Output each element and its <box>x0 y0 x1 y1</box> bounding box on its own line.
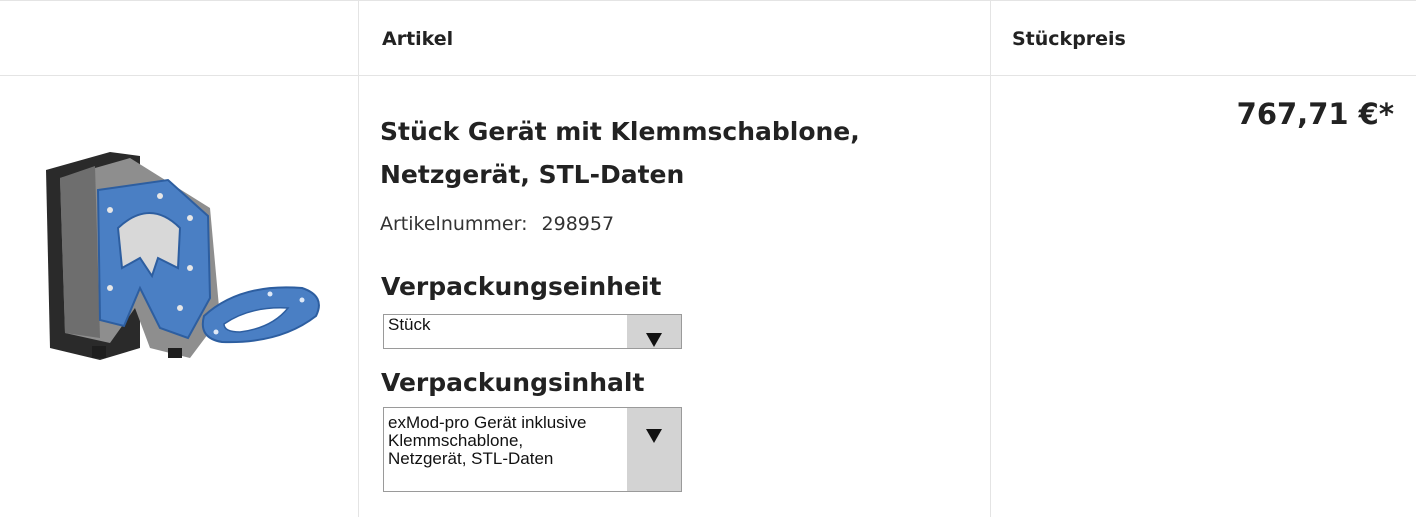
chevron-down-icon <box>646 429 662 443</box>
cart-table: Artikel Stückpreis Stück Gerät mit Klemm… <box>0 0 1416 517</box>
product-image[interactable] <box>40 148 340 368</box>
packaging-content-value: exMod-pro Gerät inklusive Klemmschablone… <box>388 414 587 468</box>
packaging-unit-label: Verpackungseinheit <box>381 272 662 301</box>
table-top-border <box>0 0 1416 1</box>
column-divider-1 <box>358 0 359 517</box>
unit-price: 767,71 €* <box>1236 97 1394 131</box>
header-divider <box>0 75 1416 76</box>
article-number-label: Artikelnummer: <box>380 213 528 235</box>
packaging-content-select[interactable]: exMod-pro Gerät inklusive Klemmschablone… <box>383 407 682 492</box>
chevron-down-icon <box>646 333 662 347</box>
packaging-content-dropdown-button[interactable] <box>627 408 681 491</box>
product-title[interactable]: Stück Gerät mit Klemmschablone, Netzgerä… <box>380 110 940 196</box>
packaging-unit-dropdown-button[interactable] <box>627 315 681 348</box>
column-header-unit-price: Stückpreis <box>1012 28 1126 50</box>
article-number-value: 298957 <box>541 213 615 235</box>
product-device-image-icon <box>46 152 320 360</box>
packaging-content-label: Verpackungsinhalt <box>381 368 645 397</box>
column-header-article: Artikel <box>382 28 454 50</box>
packaging-unit-value: Stück <box>388 316 431 334</box>
packaging-unit-select[interactable]: Stück <box>383 314 682 349</box>
column-divider-2 <box>990 0 991 517</box>
article-number-row: Artikelnummer: 298957 <box>380 213 614 235</box>
